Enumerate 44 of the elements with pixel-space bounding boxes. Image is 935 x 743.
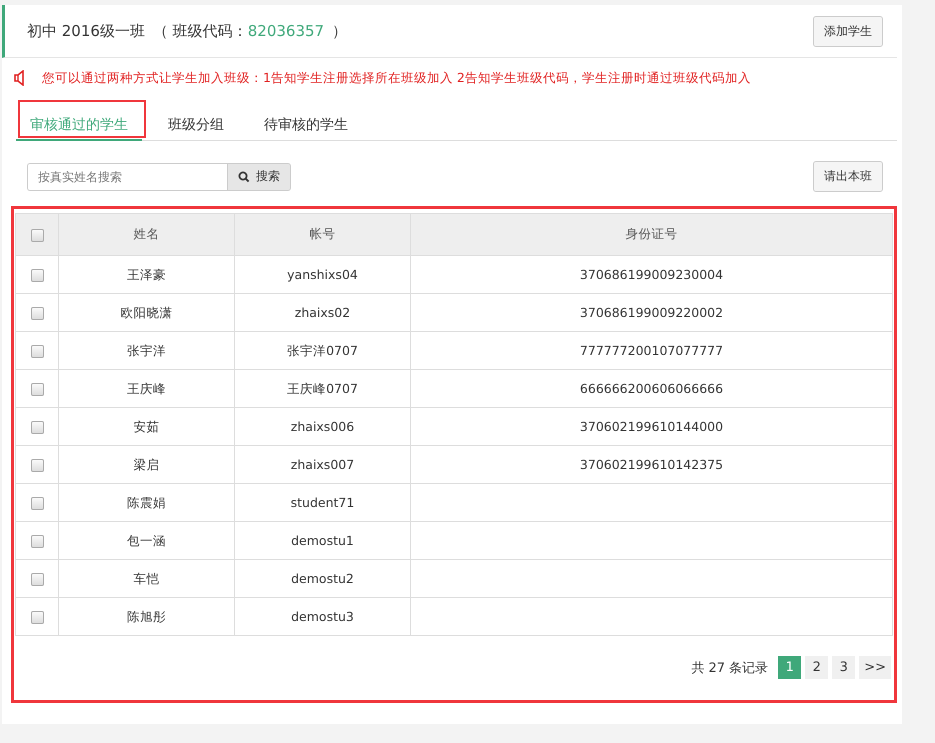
tab[interactable]: 待审核的学生 — [250, 110, 362, 141]
table-cell: demostu1 — [291, 532, 354, 548]
remove-from-class-button[interactable]: 请出本班 — [813, 161, 883, 192]
table-cell: 张宇洋 — [127, 342, 166, 358]
column-header: 身份证号 — [410, 214, 892, 256]
table-cell: student71 — [290, 494, 354, 510]
table-cell: 370686199009220002 — [580, 304, 724, 320]
class-code-label: （ 班级代码： — [152, 22, 248, 40]
table-cell: 370602199610142375 — [580, 456, 724, 472]
next-page-button[interactable]: >> — [859, 656, 891, 679]
table-cell: zhaixs006 — [290, 418, 354, 434]
table-cell: zhaixs02 — [294, 304, 350, 320]
class-code: 82036357 — [248, 22, 324, 40]
table-cell: 梁启 — [134, 456, 160, 472]
table-cell: 安茹 — [134, 418, 160, 434]
table-cell: demostu3 — [291, 608, 354, 624]
class-code-label-end: ） — [332, 22, 348, 40]
table-cell: 777777200107077777 — [580, 342, 724, 358]
class-name: 初中 2016级一班 — [27, 22, 145, 40]
table-cell: 张宇洋0707 — [287, 342, 358, 358]
table-cell: 王庆峰0707 — [287, 380, 358, 396]
table-cell: 王庆峰 — [127, 380, 166, 396]
table-cell: 包一涵 — [127, 532, 166, 548]
table-cell: 370686199009230004 — [580, 266, 724, 282]
table-cell: zhaixs007 — [290, 456, 354, 472]
table-cell: 王泽豪 — [127, 266, 166, 282]
table-cell: 陈震娟 — [127, 494, 166, 510]
table-cell: 陈旭彤 — [127, 608, 166, 624]
page-button[interactable]: 3 — [832, 656, 856, 679]
notice-text: 您可以通过两种方式让学生加入班级：1告知学生注册选择所在班级加入 2告知学生班级代码，学生注册时通过班级代码加入 — [42, 70, 751, 86]
tab[interactable]: 班级分组 — [154, 110, 238, 141]
table-cell: demostu2 — [291, 570, 354, 586]
add-student-button[interactable]: 添加学生 — [813, 16, 883, 46]
search-field[interactable]: 按真实姓名搜索 — [27, 162, 227, 190]
search-button[interactable]: 搜索 — [227, 162, 291, 190]
table-cell: 欧阳晓潇 — [120, 304, 172, 320]
record-count: 共 27 条记录 — [691, 660, 768, 676]
table-cell: 370602199610144000 — [580, 418, 724, 434]
page-button[interactable]: 2 — [805, 656, 828, 679]
column-header: 帐号 — [234, 214, 410, 256]
table-cell: 666666200606066666 — [580, 380, 724, 396]
table-cell: 车恺 — [134, 570, 160, 586]
column-header: 姓名 — [58, 214, 234, 256]
table-cell: yanshixs04 — [287, 266, 358, 282]
